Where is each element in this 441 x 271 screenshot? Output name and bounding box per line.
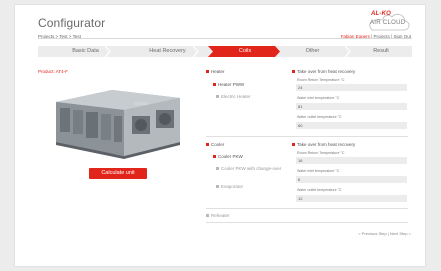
logo-product: AIR CLOUD — [370, 20, 406, 26]
checkbox-checked-icon — [292, 70, 295, 74]
step-navigation: Basic Data Heat Recovery Coils Other Res… — [38, 46, 412, 57]
checkbox-checked-icon — [206, 143, 209, 147]
cooler-changeover-label: Cooler PKW with change-over — [221, 166, 282, 171]
electric-heater-label: Electric Heater — [221, 94, 251, 99]
step-other[interactable]: Other — [280, 46, 345, 57]
checkbox-unchecked-icon — [206, 214, 209, 218]
cooler-water-outlet-input[interactable] — [296, 195, 407, 202]
heater-water-inlet-input[interactable] — [296, 103, 407, 110]
step-basic-data[interactable]: Basic Data — [38, 46, 133, 57]
logo-brand: AL-KO — [371, 11, 391, 17]
cooler-pkw-option[interactable]: Cooler PKW — [213, 154, 243, 159]
step-result[interactable]: Result — [350, 46, 412, 57]
electric-heater-option[interactable]: Electric Heater — [216, 94, 251, 99]
heater-checkbox[interactable]: Heater — [206, 69, 225, 74]
step-heat-recovery[interactable]: Heat Recovery — [120, 46, 215, 57]
cooler-label: Cooler — [211, 142, 225, 147]
radio-unselected-icon — [216, 95, 219, 99]
cooler-room-return-label: Room Return Temperature °C — [297, 151, 345, 155]
cooler-takeover-checkbox[interactable]: Take over from heat recovery — [292, 142, 355, 147]
reheater-label: Reheater — [211, 213, 230, 218]
heater-takeover-checkbox[interactable]: Take over from heat recovery — [292, 69, 355, 74]
calculate-unit-button[interactable]: Calculate unit — [89, 168, 147, 179]
radio-selected-icon — [213, 155, 216, 159]
heater-water-outlet-input[interactable] — [296, 122, 407, 129]
cooler-takeover-label: Take over from heat recovery — [297, 142, 356, 147]
section-divider — [206, 136, 408, 137]
cooler-pkw-label: Cooler PKW — [218, 154, 243, 159]
heater-label: Heater — [211, 69, 225, 74]
app-title: Configurator — [38, 16, 106, 30]
product-label: Product: AT4-F — [38, 69, 68, 74]
checkbox-checked-icon — [206, 70, 209, 74]
radio-unselected-icon — [216, 185, 219, 189]
cooler-water-inlet-input[interactable] — [296, 176, 407, 183]
reheater-checkbox[interactable]: Reheater — [206, 213, 230, 218]
heater-pww-label: Heater PWW — [218, 82, 245, 87]
section-divider — [206, 222, 408, 223]
cooler-water-inlet-label: Water inlet temperature °C — [297, 169, 340, 173]
heater-pww-option[interactable]: Heater PWW — [213, 82, 244, 87]
alko-logo: AL-KO AIR CLOUD — [364, 8, 412, 34]
evaporator-option[interactable]: Evaporator — [216, 184, 243, 189]
section-divider — [206, 208, 408, 209]
next-step-link[interactable]: Next Step > — [390, 231, 411, 236]
checkbox-checked-icon — [292, 143, 295, 147]
heater-water-outlet-label: Water outlet temperature °C — [297, 115, 342, 119]
cooler-room-return-input[interactable] — [296, 157, 407, 164]
heater-takeover-label: Take over from heat recovery — [297, 69, 356, 74]
evaporator-label: Evaporator — [221, 184, 244, 189]
heater-room-return-label: Room Return Temperature °C — [297, 78, 345, 82]
radio-unselected-icon — [216, 167, 219, 171]
step-pager: < Previous Step | Next Step > — [358, 231, 411, 236]
cooler-water-outlet-label: Water outlet temperature °C — [297, 188, 342, 192]
air-handling-unit-image — [56, 90, 180, 159]
heater-room-return-input[interactable] — [296, 84, 407, 91]
cooler-checkbox[interactable]: Cooler — [206, 142, 224, 147]
radio-selected-icon — [213, 83, 216, 87]
header-divider — [38, 38, 412, 39]
cooler-changeover-option[interactable]: Cooler PKW with change-over — [216, 166, 284, 172]
previous-step-link[interactable]: < Previous Step — [358, 231, 386, 236]
heater-water-inlet-label: Water inlet temperature °C — [297, 96, 340, 100]
step-coils[interactable]: Coils — [210, 46, 280, 57]
